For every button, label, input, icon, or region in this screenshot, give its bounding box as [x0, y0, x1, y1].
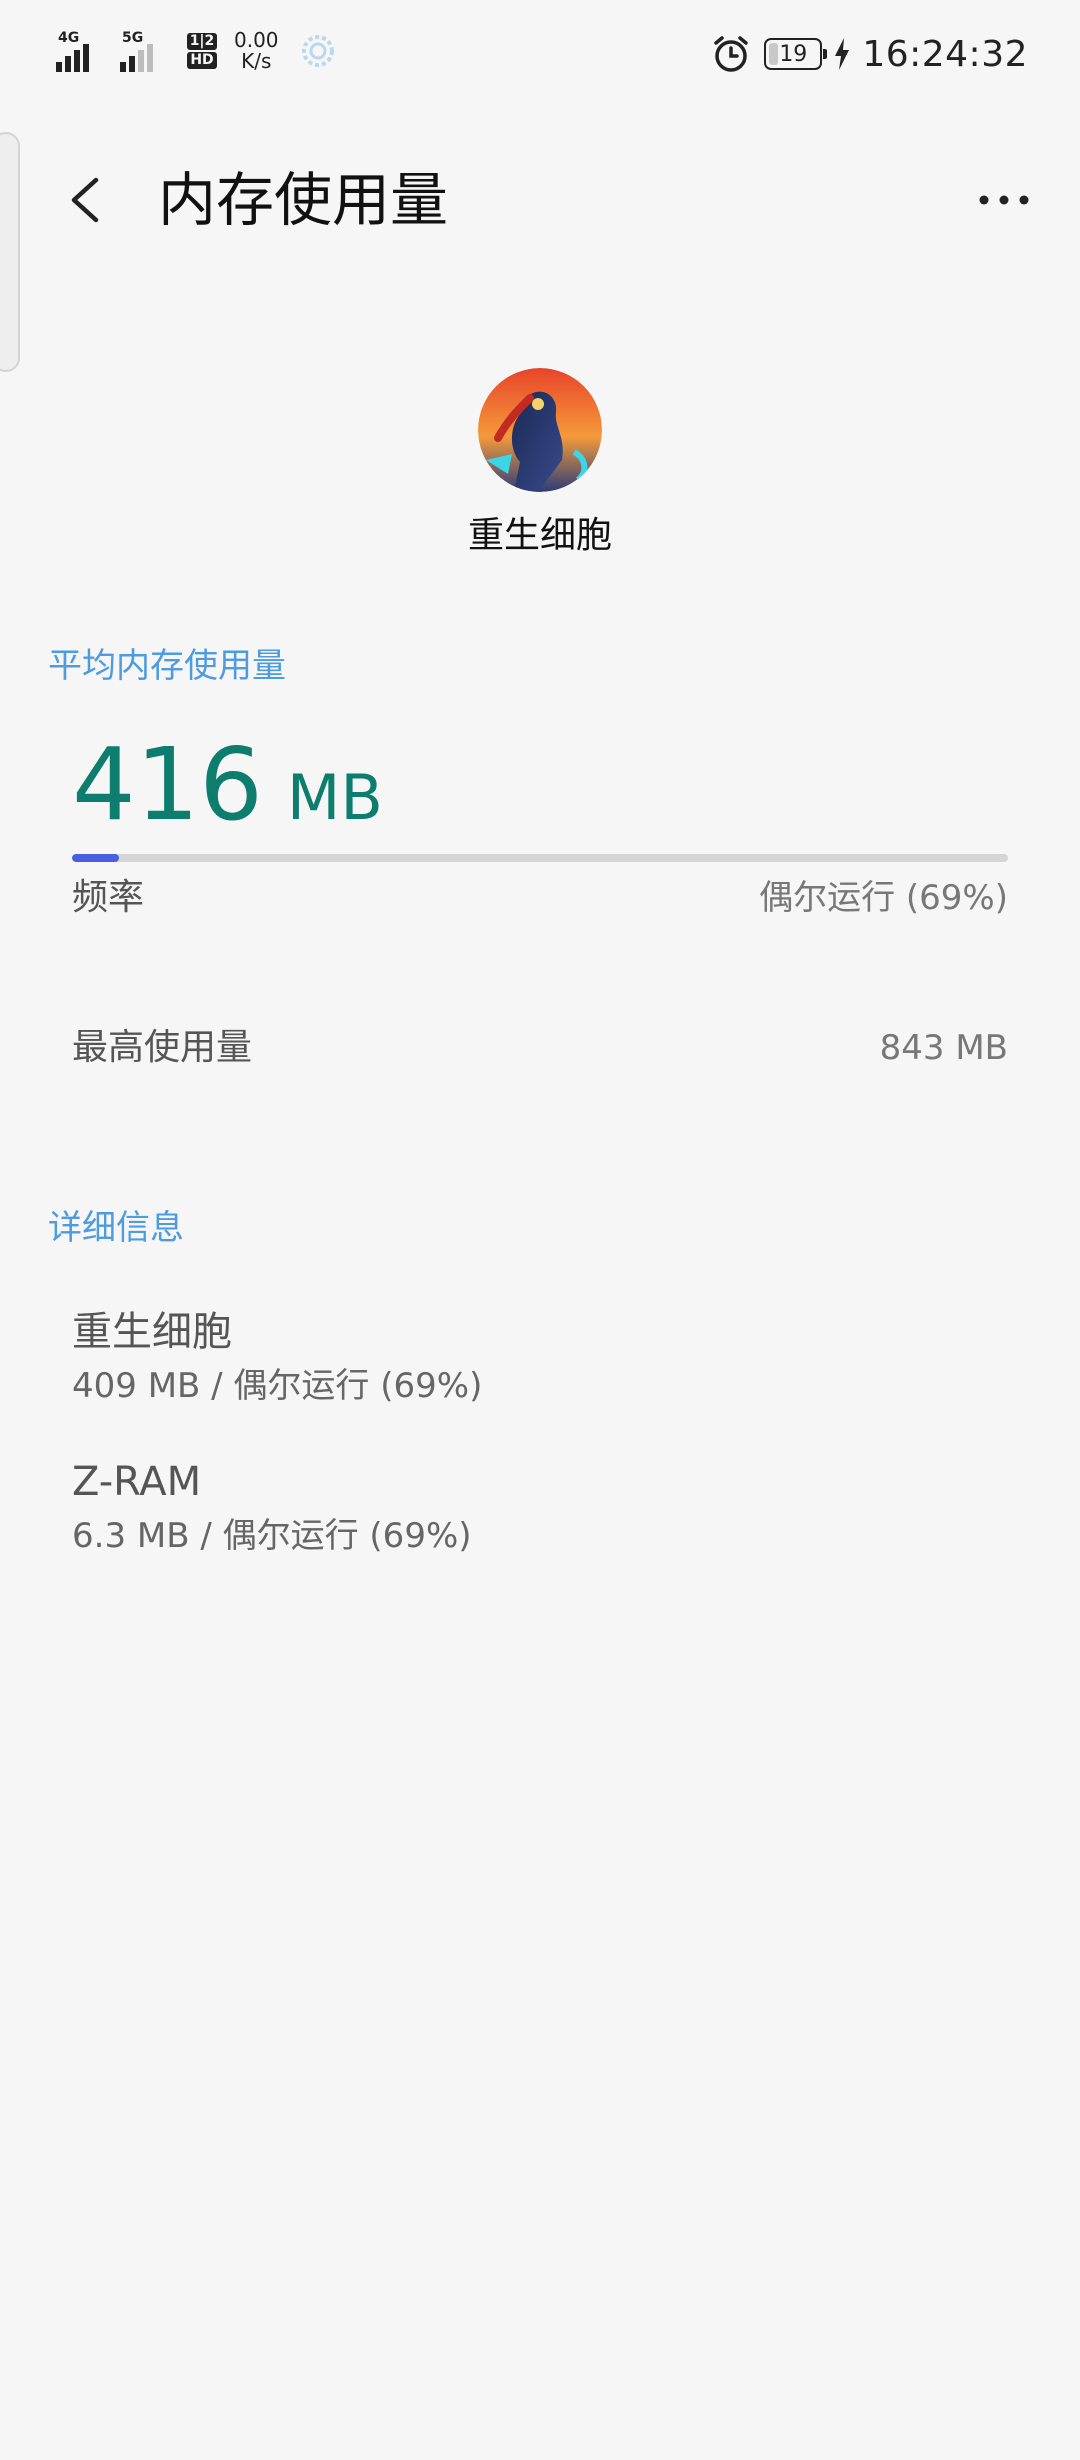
- hd-volte-icon: 1|2 HD: [184, 30, 220, 72]
- alarm-clock-icon: [714, 36, 749, 72]
- hd-bottom-label: HD: [187, 52, 217, 69]
- detail-item-zram[interactable]: Z-RAM 6.3 MB / 偶尔运行 (69%): [72, 1454, 1008, 1562]
- status-time: 16:24:32: [862, 33, 1028, 75]
- usage-progress-fill: [72, 854, 119, 862]
- average-usage-number: 416: [72, 726, 263, 843]
- hd-top-label: 1|2: [186, 33, 218, 50]
- network-speed-value: 0.00: [234, 28, 279, 52]
- frequency-label: 频率: [72, 877, 145, 918]
- status-bar-left: 4G 5G 1|2 HD 0.00 K/s: [56, 30, 335, 72]
- details-section-header: 详细信息: [48, 1208, 184, 1248]
- battery-level: 19: [779, 41, 808, 67]
- detail-item-title: 重生细胞: [72, 1309, 232, 1355]
- back-button[interactable]: [56, 168, 116, 232]
- frequency-row: 频率 偶尔运行 (69%): [72, 868, 1008, 920]
- charging-bolt-icon: [835, 38, 850, 70]
- peak-usage-label: 最高使用量: [72, 1027, 253, 1068]
- more-horizontal-icon: [979, 195, 1029, 205]
- average-usage-value: 416 MB: [72, 730, 383, 840]
- spinner-icon: [301, 35, 334, 67]
- chevron-left-icon: [71, 177, 99, 223]
- detail-item-app[interactable]: 重生细胞 409 MB / 偶尔运行 (69%): [72, 1304, 1008, 1412]
- signal-5g-icon: 5G: [120, 30, 170, 72]
- more-options-button[interactable]: [966, 174, 1042, 226]
- app-name: 重生细胞: [467, 515, 612, 556]
- network-speed: 0.00 K/s: [234, 30, 279, 72]
- battery-icon: 19: [764, 38, 828, 70]
- frequency-value: 偶尔运行 (69%): [759, 878, 1008, 918]
- peak-usage-row: 最高使用量 843 MB: [72, 1018, 1008, 1070]
- peak-usage-value: 843 MB: [879, 1028, 1008, 1068]
- app-icon: [478, 368, 602, 492]
- detail-item-subtitle: 409 MB / 偶尔运行 (69%): [72, 1366, 483, 1406]
- network-speed-unit: K/s: [241, 49, 272, 73]
- detail-item-subtitle: 6.3 MB / 偶尔运行 (69%): [72, 1516, 472, 1556]
- status-bar-right: 19 16:24:32: [710, 30, 1028, 78]
- detail-item-title: Z-RAM: [72, 1459, 202, 1505]
- title-bar: 内存使用量: [0, 140, 1080, 260]
- usage-progress-bar: [72, 854, 1008, 862]
- app-header: 重生细胞: [0, 368, 1080, 558]
- page-title: 内存使用量: [158, 166, 449, 234]
- signal-4g-icon: 4G: [56, 30, 106, 72]
- average-usage-section-header: 平均内存使用量: [48, 646, 286, 686]
- average-usage-unit: MB: [286, 761, 383, 834]
- status-bar: 4G 5G 1|2 HD 0.00 K/s 19 16:24:32: [0, 0, 1080, 110]
